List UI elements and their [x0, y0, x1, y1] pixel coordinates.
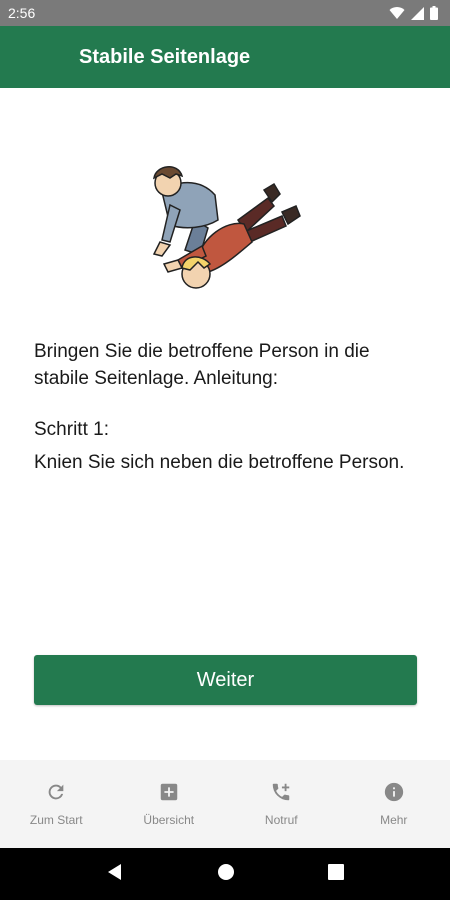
- status-time: 2:56: [8, 5, 36, 21]
- signal-icon: [411, 6, 424, 20]
- battery-icon: [430, 6, 438, 20]
- system-navigation-bar: [0, 848, 450, 900]
- nav-label-zum-start: Zum Start: [29, 813, 83, 827]
- step-text: Knien Sie sich neben die betroffene Pers…: [34, 452, 405, 473]
- nav-item-uebersicht[interactable]: Übersicht: [119, 781, 219, 827]
- page-title: Stabile Seitenlage: [79, 45, 251, 68]
- app-bar: Stabile Seitenlage: [0, 26, 450, 88]
- nav-label-uebersicht: Übersicht: [143, 813, 195, 827]
- status-icons: [389, 6, 438, 20]
- back-icon[interactable]: [106, 863, 124, 886]
- step-label: Schritt 1:: [34, 419, 109, 440]
- info-icon: [384, 782, 403, 802]
- next-button[interactable]: Weiter: [34, 655, 417, 705]
- nav-label-notruf: Notruf: [264, 813, 298, 827]
- intro-text: Bringen Sie die betroffene Person in die…: [34, 341, 370, 389]
- home-icon[interactable]: [217, 863, 235, 886]
- phone-add-icon: [273, 783, 290, 801]
- instruction-content: Bringen Sie die betroffene Person in die…: [34, 338, 424, 476]
- wifi-icon: [389, 6, 405, 19]
- nav-item-mehr[interactable]: Mehr: [344, 781, 444, 827]
- recents-icon[interactable]: [327, 863, 344, 885]
- status-bar: 2:56: [0, 0, 450, 26]
- nav-label-mehr: Mehr: [380, 813, 408, 827]
- recovery-position-illustration: [152, 166, 301, 289]
- refresh-icon: [48, 784, 64, 800]
- nav-item-notruf[interactable]: Notruf: [231, 781, 331, 827]
- bottom-navigation: Zum Start Übersicht Notruf Mehr: [0, 760, 450, 848]
- plus-box-icon: [160, 783, 177, 801]
- nav-item-zum-start[interactable]: Zum Start: [6, 781, 106, 827]
